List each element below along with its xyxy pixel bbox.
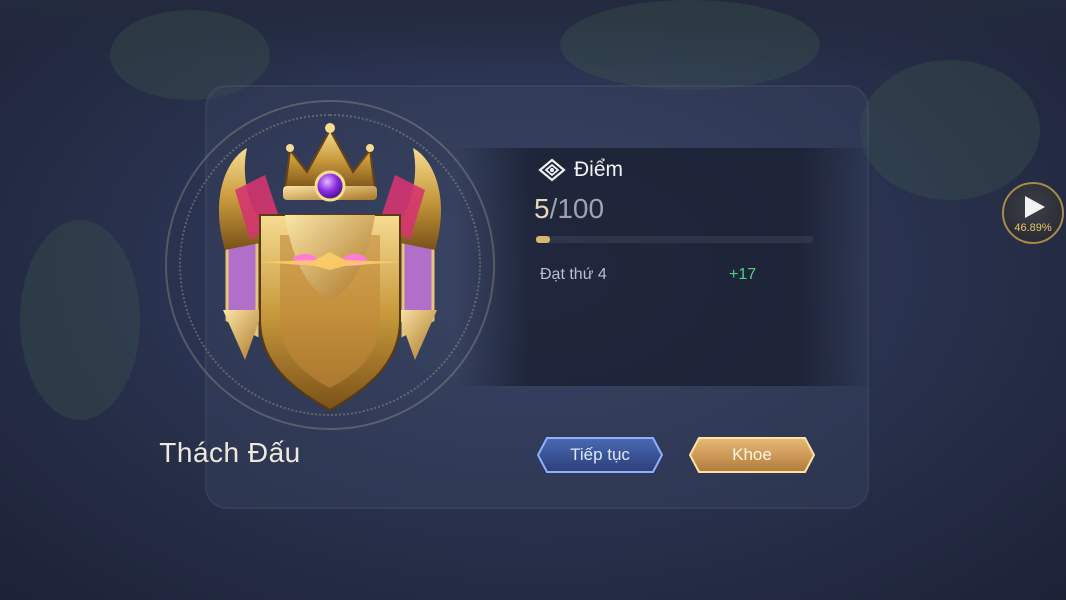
score-panel: [455, 148, 875, 386]
score-value: 5/100: [534, 193, 604, 225]
score-max: 100: [557, 193, 605, 224]
rank-emblem-container: [165, 100, 495, 430]
autoplay-percent: 46.89%: [1014, 222, 1052, 234]
continue-button-label: Tiếp tục: [570, 445, 630, 464]
challenger-emblem-icon: [218, 123, 442, 410]
autoplay-button[interactable]: 46.89%: [1002, 182, 1064, 244]
score-title: Điểm: [574, 158, 624, 181]
play-icon: [1025, 196, 1045, 218]
brag-button[interactable]: Khoe: [689, 437, 815, 473]
score-current: 5: [534, 193, 550, 224]
placement-points: +17: [729, 266, 757, 283]
score-header: Điểm: [538, 158, 623, 182]
rank-name: Thách Đấu: [159, 437, 301, 468]
score-progress-track: [536, 236, 813, 243]
continue-button[interactable]: Tiếp tục: [537, 437, 663, 473]
brag-button-label: Khoe: [732, 445, 772, 464]
background-foliage: [20, 220, 140, 420]
diamond-rank-icon: [538, 158, 566, 182]
score-progress-fill: [536, 236, 550, 243]
background-foliage: [860, 60, 1040, 200]
placement-label: Đạt thứ 4: [540, 266, 607, 283]
background-foliage: [560, 0, 820, 90]
